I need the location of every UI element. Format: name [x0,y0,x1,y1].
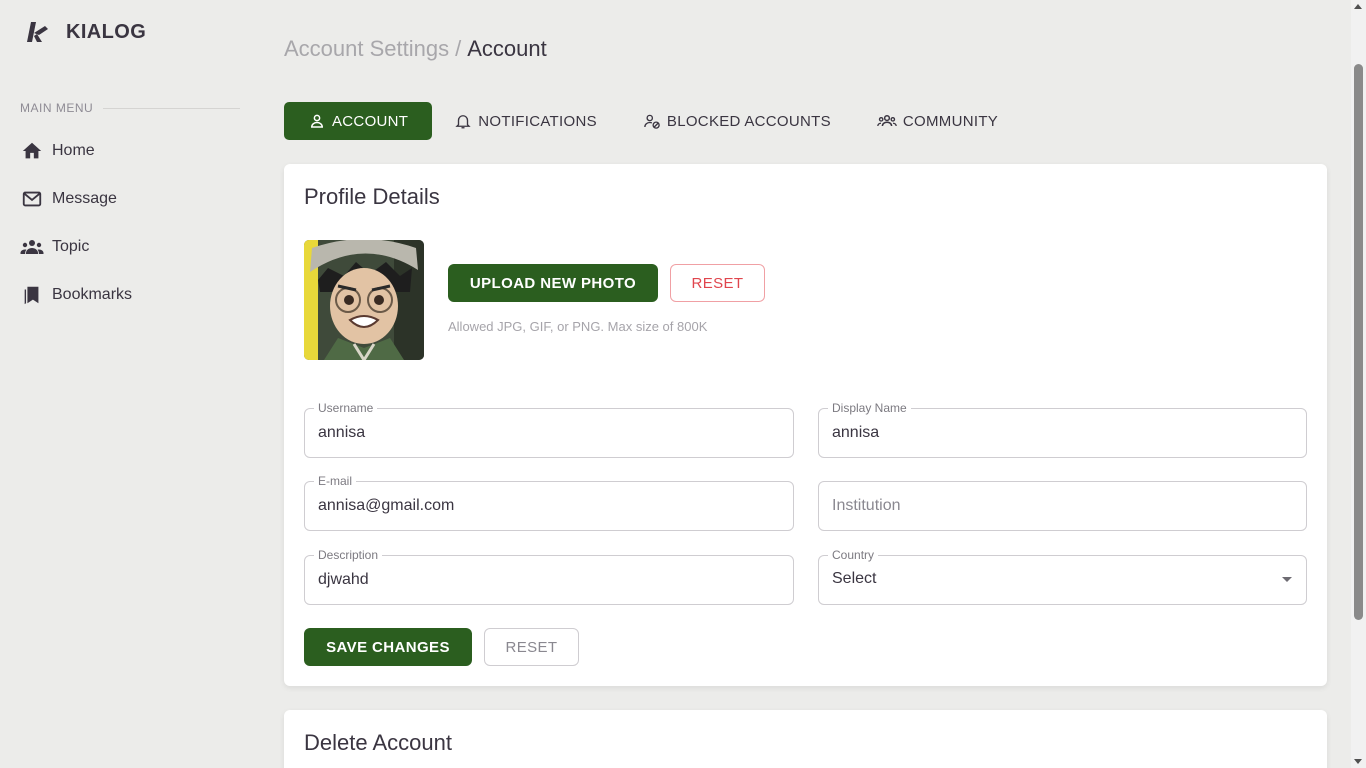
profile-details-title: Profile Details [304,184,440,209]
breadcrumb-parent[interactable]: Account Settings [284,36,449,61]
user-icon [308,112,326,130]
delete-account-title: Delete Account [304,730,452,755]
breadcrumb-separator: / [455,36,462,61]
group-icon [20,235,44,259]
tab-label: BLOCKED ACCOUNTS [666,112,831,130]
email-input[interactable] [318,482,778,530]
tab-notifications[interactable]: NOTIFICATIONS [432,102,619,140]
sidebar-item-label: Message [52,190,117,207]
sidebar-item-message[interactable]: Message [20,179,240,219]
scroll-up-arrow-icon[interactable] [1354,4,1362,9]
tab-account[interactable]: ACCOUNT [284,102,433,140]
display-name-field[interactable]: Display Name [818,401,1307,458]
chevron-down-icon [1282,577,1292,582]
user-blocked-icon [643,112,661,130]
reset-photo-button[interactable]: RESET [670,264,765,302]
brand-name: KIALOG [66,20,147,43]
avatar [304,240,424,360]
tab-label: ACCOUNT [332,112,409,130]
sidebar-item-label: Topic [52,238,90,255]
username-field[interactable]: Username [304,401,794,458]
tab-label: COMMUNITY [902,112,999,130]
breadcrumb-current: Account [467,36,547,61]
scroll-down-arrow-icon[interactable] [1354,759,1362,764]
settings-tabs: ACCOUNT NOTIFICATIONS BLOCKED ACCOUNTS C… [284,102,1020,140]
main-menu-header: MAIN MENU [20,101,240,115]
sidebar-item-label: Home [52,142,95,159]
username-input[interactable] [318,409,778,457]
mail-icon [20,187,44,211]
breadcrumb: Account Settings / Account [284,36,547,62]
institution-input[interactable] [832,482,1292,530]
country-label: Country [828,548,879,562]
delete-account-card: Delete Account [284,710,1327,768]
reset-form-button[interactable]: RESET [484,628,579,666]
tab-blocked-accounts[interactable]: BLOCKED ACCOUNTS [619,102,855,140]
brand[interactable]: KIALOG [24,18,146,46]
institution-field[interactable] [818,481,1307,531]
sidebar-item-topic[interactable]: Topic [20,227,240,267]
display-name-input[interactable] [832,409,1292,457]
sidebar-item-bookmarks[interactable]: Bookmarks [20,275,240,315]
description-input[interactable] [318,556,778,604]
community-icon [877,111,897,131]
email-field[interactable]: E-mail [304,474,794,531]
page-scrollbar[interactable] [1351,0,1366,768]
country-select[interactable]: Country Select [818,548,1307,605]
home-icon [20,139,44,163]
upload-hint: Allowed JPG, GIF, or PNG. Max size of 80… [448,319,708,334]
country-selected-value: Select [832,570,877,587]
bookmarks-icon [20,283,44,307]
main-menu-label: MAIN MENU [20,101,94,115]
description-field[interactable]: Description [304,548,794,605]
tab-label: NOTIFICATIONS [478,112,597,130]
bell-icon [454,112,472,130]
sidebar-item-label: Bookmarks [52,286,133,303]
sidebar: KIALOG MAIN MENU Home Message Topic Book… [0,0,260,768]
upload-photo-button[interactable]: UPLOAD NEW PHOTO [448,264,658,302]
sidebar-item-home[interactable]: Home [20,131,240,171]
kialog-logo-icon [24,18,52,46]
scrollbar-thumb[interactable] [1354,64,1363,620]
profile-details-card: Profile Details UPLOAD NEW PHOTO RESET A… [284,164,1327,686]
menu-divider [103,107,240,109]
tab-community[interactable]: COMMUNITY [855,102,1020,140]
save-changes-button[interactable]: SAVE CHANGES [304,628,472,666]
